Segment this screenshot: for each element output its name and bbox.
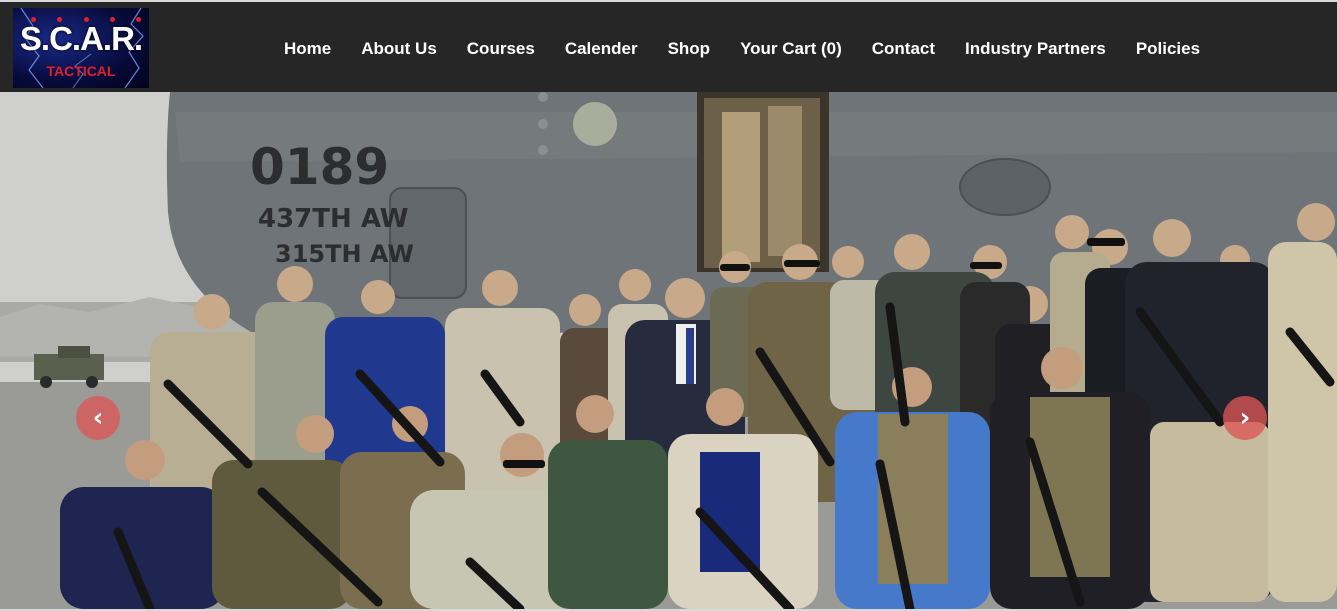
aircraft-number: 0189	[250, 138, 389, 196]
nav-industry-partners[interactable]: Industry Partners	[950, 37, 1121, 61]
nav-contact[interactable]: Contact	[857, 37, 950, 61]
slider-prev-button[interactable]: ‹	[76, 396, 120, 440]
logo-subtitle: TACTICAL	[46, 63, 116, 79]
nav-policies[interactable]: Policies	[1121, 37, 1215, 61]
hero-slider: 0189 437TH AW 315TH AW ‹ ›	[0, 92, 1337, 609]
nav-shop[interactable]: Shop	[653, 37, 726, 61]
nav-your-cart[interactable]: Your Cart (0)	[725, 37, 857, 61]
nav-about-us[interactable]: About Us	[346, 37, 452, 61]
chevron-left-icon: ‹	[92, 403, 104, 433]
aircraft-line-2: 315TH AW	[275, 240, 414, 268]
slider-next-button[interactable]: ›	[1223, 396, 1267, 440]
hero-image: 0189 437TH AW 315TH AW	[0, 92, 1337, 609]
site-logo[interactable]: S.C.A.R. TACTICAL	[13, 8, 149, 88]
logo-title: S.C.A.R.	[19, 20, 143, 57]
nav-courses[interactable]: Courses	[452, 37, 550, 61]
chevron-right-icon: ›	[1239, 403, 1251, 433]
aircraft-line-1: 437TH AW	[258, 204, 408, 234]
site-header: S.C.A.R. TACTICAL Home About Us Courses …	[0, 2, 1337, 92]
main-nav: Home About Us Courses Calender Shop Your…	[269, 37, 1215, 61]
nav-home[interactable]: Home	[269, 37, 346, 61]
nav-calender[interactable]: Calender	[550, 37, 653, 61]
